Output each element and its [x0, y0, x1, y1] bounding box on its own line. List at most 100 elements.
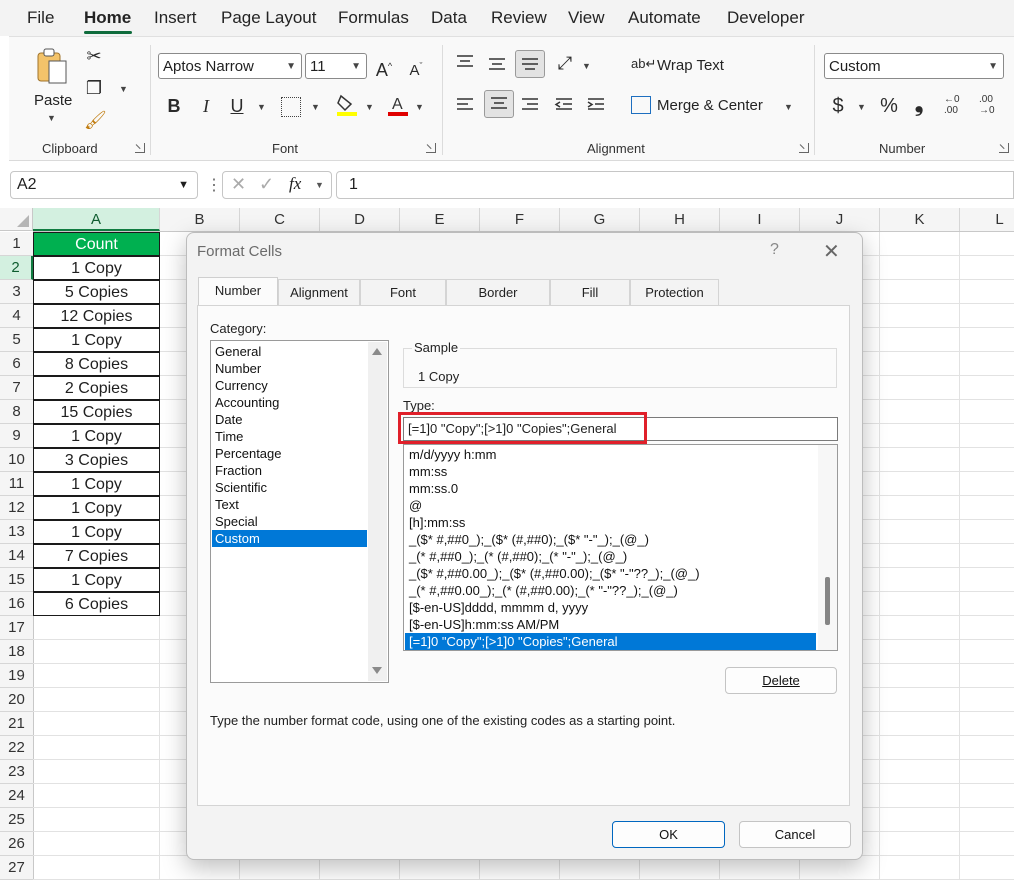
- align-left-icon[interactable]: [455, 97, 475, 113]
- row-header[interactable]: 11: [0, 472, 33, 496]
- format-item[interactable]: @: [405, 497, 816, 514]
- category-item[interactable]: Scientific: [212, 479, 367, 496]
- tab-file[interactable]: File: [27, 8, 54, 28]
- data-cell[interactable]: 3 Copies: [33, 448, 160, 472]
- column-header[interactable]: B: [160, 208, 240, 231]
- row-header[interactable]: 16: [0, 592, 33, 616]
- row-header[interactable]: 1: [0, 232, 33, 256]
- data-cell[interactable]: 1 Copy: [33, 256, 160, 280]
- chevron-down-icon[interactable]: ▼: [365, 102, 374, 112]
- column-header[interactable]: J: [800, 208, 880, 231]
- font-size-dropdown[interactable]: 11 ▼: [305, 53, 367, 79]
- data-cell[interactable]: 1 Copy: [33, 328, 160, 352]
- data-cell[interactable]: 15 Copies: [33, 400, 160, 424]
- category-item[interactable]: General: [212, 343, 367, 360]
- row-header[interactable]: 9: [0, 424, 33, 448]
- tab-border[interactable]: Border: [446, 279, 550, 305]
- cancel-icon[interactable]: ✕: [231, 174, 246, 195]
- category-item[interactable]: Percentage: [212, 445, 367, 462]
- ok-button[interactable]: OK: [612, 821, 725, 848]
- percent-icon[interactable]: %: [878, 95, 900, 117]
- align-middle-icon[interactable]: [487, 56, 507, 72]
- column-header[interactable]: L: [960, 208, 1014, 231]
- category-item[interactable]: Fraction: [212, 462, 367, 479]
- header-cell[interactable]: Count: [33, 232, 160, 256]
- row-header[interactable]: 2: [0, 256, 33, 280]
- dialog-launcher-icon[interactable]: [135, 143, 145, 153]
- data-cell[interactable]: 1 Copy: [33, 568, 160, 592]
- bold-button[interactable]: B: [165, 95, 183, 117]
- column-header[interactable]: E: [400, 208, 480, 231]
- chevron-down-icon[interactable]: ▼: [582, 61, 591, 71]
- row-header[interactable]: 4: [0, 304, 33, 328]
- row-header[interactable]: 27: [0, 856, 33, 880]
- format-item[interactable]: _($* #,##0.00_);_($* (#,##0.00);_($* "-"…: [405, 565, 816, 582]
- data-cell[interactable]: 12 Copies: [33, 304, 160, 328]
- category-item[interactable]: Text: [212, 496, 367, 513]
- chevron-down-icon[interactable]: ▼: [119, 84, 128, 94]
- format-item[interactable]: m/d/yyyy h:mm: [405, 446, 816, 463]
- category-item[interactable]: Number: [212, 360, 367, 377]
- row-header[interactable]: 3: [0, 280, 33, 304]
- row-header[interactable]: 15: [0, 568, 33, 592]
- scroll-down-icon[interactable]: [372, 667, 382, 674]
- format-item[interactable]: [$-en-US]dddd, mmmm d, yyyy: [405, 599, 816, 616]
- data-cell[interactable]: 2 Copies: [33, 376, 160, 400]
- row-header[interactable]: 26: [0, 832, 33, 856]
- format-painter-icon[interactable]: 🖌: [84, 109, 107, 131]
- copy-icon[interactable]: ❐: [84, 77, 104, 99]
- row-header[interactable]: 21: [0, 712, 33, 736]
- tab-data[interactable]: Data: [431, 8, 467, 28]
- select-all-button[interactable]: [0, 208, 33, 231]
- insert-function-button[interactable]: fx: [289, 174, 301, 194]
- increase-font-size-icon[interactable]: A^: [373, 55, 395, 81]
- tab-developer[interactable]: Developer: [727, 8, 805, 28]
- category-item[interactable]: Currency: [212, 377, 367, 394]
- delete-button[interactable]: Delete: [725, 667, 837, 694]
- format-item[interactable]: [$-en-US]h:mm:ss AM/PM: [405, 616, 816, 633]
- scroll-up-icon[interactable]: [372, 348, 382, 355]
- tab-page-layout[interactable]: Page Layout: [221, 8, 316, 28]
- column-header[interactable]: D: [320, 208, 400, 231]
- data-cell[interactable]: 1 Copy: [33, 472, 160, 496]
- data-cell[interactable]: 5 Copies: [33, 280, 160, 304]
- format-item[interactable]: _(* #,##0_);_(* (#,##0);_(* "-"_);_(@_): [405, 548, 816, 565]
- fill-color-icon[interactable]: [336, 93, 358, 117]
- italic-button[interactable]: I: [197, 95, 215, 117]
- tab-fill[interactable]: Fill: [550, 279, 630, 305]
- font-color-icon[interactable]: A: [387, 93, 409, 117]
- increase-decimal-icon[interactable]: ←0.00: [944, 94, 966, 116]
- help-icon[interactable]: ?: [770, 241, 779, 259]
- row-header[interactable]: 22: [0, 736, 33, 760]
- align-center-icon[interactable]: [484, 90, 514, 118]
- tab-formulas[interactable]: Formulas: [338, 8, 409, 28]
- tab-alignment[interactable]: Alignment: [278, 279, 360, 305]
- row-header[interactable]: 12: [0, 496, 33, 520]
- row-header[interactable]: 24: [0, 784, 33, 808]
- row-header[interactable]: 7: [0, 376, 33, 400]
- comma-style-icon[interactable]: ❟: [911, 93, 927, 115]
- row-header[interactable]: 14: [0, 544, 33, 568]
- font-name-dropdown[interactable]: Aptos Narrow ▼: [158, 53, 302, 79]
- chevron-down-icon[interactable]: ▼: [311, 102, 320, 112]
- data-cell[interactable]: 7 Copies: [33, 544, 160, 568]
- category-item-selected[interactable]: Custom: [212, 530, 367, 547]
- underline-button[interactable]: U: [228, 95, 246, 117]
- currency-icon[interactable]: $: [829, 95, 847, 117]
- row-header[interactable]: 25: [0, 808, 33, 832]
- category-scrollbar[interactable]: [368, 342, 387, 681]
- tab-home[interactable]: Home: [84, 8, 131, 28]
- data-cell[interactable]: 1 Copy: [33, 520, 160, 544]
- format-code-list[interactable]: m/d/yyyy h:mm mm:ss mm:ss.0 @ [h]:mm:ss …: [403, 444, 838, 651]
- merge-center-icon[interactable]: [631, 96, 651, 114]
- column-header[interactable]: H: [640, 208, 720, 231]
- chevron-down-icon[interactable]: ▼: [315, 180, 324, 190]
- column-header[interactable]: I: [720, 208, 800, 231]
- enter-icon[interactable]: ✓: [259, 174, 274, 195]
- row-header[interactable]: 5: [0, 328, 33, 352]
- decrease-indent-icon[interactable]: [554, 97, 574, 113]
- align-right-icon[interactable]: [520, 97, 540, 113]
- format-item[interactable]: _($* #,##0_);_($* (#,##0);_($* "-"_);_(@…: [405, 531, 816, 548]
- tab-font[interactable]: Font: [360, 279, 446, 305]
- row-header[interactable]: 17: [0, 616, 33, 640]
